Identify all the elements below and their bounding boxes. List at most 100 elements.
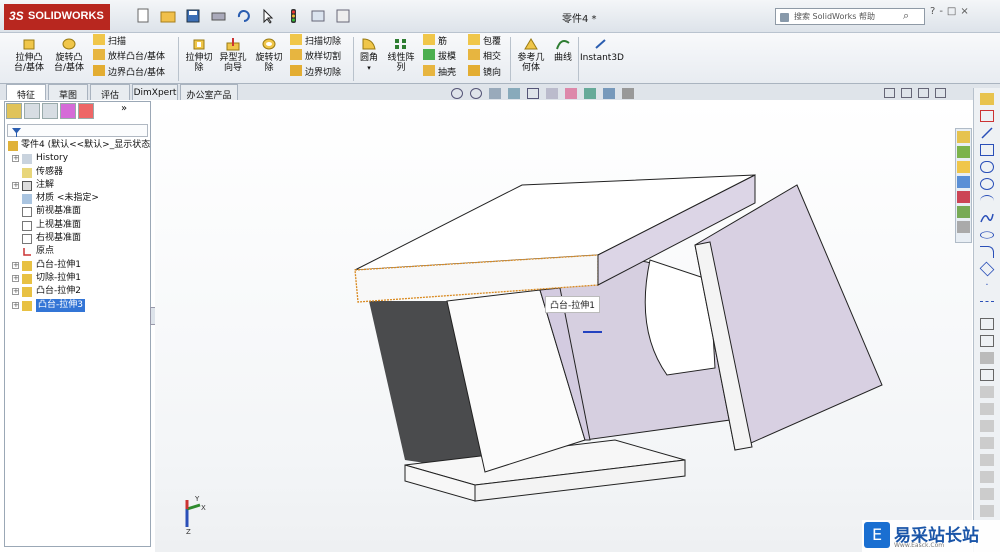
zoom-area-icon[interactable] bbox=[470, 88, 482, 99]
tree-item-annotations[interactable]: + 注解 bbox=[8, 179, 151, 192]
line-icon[interactable] bbox=[980, 127, 994, 139]
3d-model-view[interactable] bbox=[155, 100, 972, 552]
tree-root-part[interactable]: 零件4 (默认<<默认>_显示状态 bbox=[8, 139, 151, 152]
tree-item-boss-extrude2[interactable]: + 凸台-拉伸2 bbox=[8, 285, 151, 298]
spline-icon[interactable] bbox=[980, 212, 994, 224]
open-icon[interactable] bbox=[160, 8, 177, 24]
tree-item-origin[interactable]: 原点 bbox=[8, 245, 151, 258]
graphics-area[interactable] bbox=[155, 100, 972, 552]
zoom-to-fit-icon[interactable] bbox=[451, 88, 463, 99]
extrude-cut-button[interactable]: 拉伸切 除 bbox=[182, 37, 216, 73]
file-explorer-icon[interactable] bbox=[957, 176, 970, 188]
design-library-icon[interactable] bbox=[957, 161, 970, 173]
tree-item-front-plane[interactable]: 前视基准面 bbox=[8, 205, 151, 218]
boundary-cut-button[interactable]: 边界切除 bbox=[290, 65, 341, 78]
section-view-icon[interactable] bbox=[508, 88, 520, 99]
sweep-button[interactable]: 扫描 bbox=[93, 34, 126, 47]
tab-evaluate[interactable]: 评估 bbox=[90, 84, 130, 101]
print-icon[interactable] bbox=[210, 8, 227, 24]
revolve-boss-button[interactable]: 旋转凸 台/基体 bbox=[50, 37, 88, 73]
tree-item-cut-extrude1[interactable]: + 切除-拉伸1 bbox=[8, 272, 151, 285]
tab-dimxpert[interactable]: DimXpert bbox=[132, 84, 178, 100]
shell-button[interactable]: 抽壳 bbox=[423, 65, 456, 78]
repair-sketch-icon[interactable] bbox=[980, 454, 994, 466]
linear-pattern-button[interactable]: 线性阵 列 bbox=[384, 37, 418, 73]
plane-sketch-icon[interactable] bbox=[980, 335, 994, 347]
tree-item-boss-extrude3[interactable]: + 凸台-拉伸3 bbox=[8, 298, 151, 312]
revolve-cut-button[interactable]: 旋转切 除 bbox=[252, 37, 286, 73]
polygon-icon[interactable] bbox=[979, 261, 995, 277]
help-icon[interactable]: ? bbox=[930, 6, 935, 17]
more-tabs-icon[interactable]: » bbox=[116, 103, 132, 119]
apply-scene-icon[interactable] bbox=[603, 88, 615, 99]
view-orientation-icon[interactable] bbox=[527, 88, 539, 99]
rectangle-icon[interactable] bbox=[980, 144, 994, 156]
expand-icon[interactable]: + bbox=[12, 155, 19, 163]
sketch-icon[interactable] bbox=[980, 93, 994, 105]
instant3d-button[interactable]: Instant3D bbox=[580, 37, 624, 63]
wrap-button[interactable]: 包覆 bbox=[468, 34, 501, 47]
tree-item-sensors[interactable]: 传感器 bbox=[8, 166, 151, 179]
tab-office-products[interactable]: 办公室产品 bbox=[180, 84, 238, 101]
maximize-icon[interactable]: □ bbox=[947, 6, 956, 17]
hole-wizard-button[interactable]: 异型孔 向导 bbox=[216, 37, 250, 73]
text-icon[interactable] bbox=[980, 318, 994, 330]
expand-icon[interactable]: + bbox=[12, 288, 19, 296]
viewport-close-icon[interactable] bbox=[935, 88, 946, 98]
arc-icon[interactable] bbox=[980, 195, 994, 207]
loft-cut-button[interactable]: 放样切割 bbox=[290, 49, 341, 62]
tree-item-top-plane[interactable]: 上视基准面 bbox=[8, 219, 151, 232]
feature-manager-tab-icon[interactable] bbox=[6, 103, 22, 119]
shaded-sketch-icon[interactable] bbox=[980, 505, 994, 517]
display-style-icon[interactable] bbox=[546, 88, 558, 99]
traffic-light-icon[interactable] bbox=[285, 8, 302, 24]
display-manager-tab-icon[interactable] bbox=[78, 103, 94, 119]
save-icon[interactable] bbox=[185, 8, 202, 24]
close-icon[interactable]: × bbox=[960, 6, 968, 17]
expand-icon[interactable]: + bbox=[12, 274, 19, 282]
tree-item-history[interactable]: + History bbox=[8, 152, 151, 165]
configuration-manager-tab-icon[interactable] bbox=[42, 103, 58, 119]
viewport-restore-icon[interactable] bbox=[884, 88, 895, 98]
appearances-icon[interactable] bbox=[957, 206, 970, 218]
smart-dimension-icon[interactable] bbox=[980, 110, 994, 122]
property-manager-tab-icon[interactable] bbox=[24, 103, 40, 119]
fillet-button[interactable]: 圆角 ▾ bbox=[357, 37, 381, 73]
tree-item-right-plane[interactable]: 右视基准面 bbox=[8, 232, 151, 245]
intersect-button[interactable]: 相交 bbox=[468, 49, 501, 62]
edit-appearance-icon[interactable] bbox=[584, 88, 596, 99]
boundary-boss-button[interactable]: 边界凸台/基体 bbox=[93, 65, 165, 78]
view-settings-icon[interactable] bbox=[622, 88, 634, 99]
instant2d-icon[interactable] bbox=[980, 488, 994, 500]
centerline-icon[interactable] bbox=[980, 301, 994, 313]
hide-show-items-icon[interactable] bbox=[565, 88, 577, 99]
view-palette-icon[interactable] bbox=[957, 191, 970, 203]
fillet-sketch-icon[interactable] bbox=[980, 246, 994, 258]
trim-entities-icon[interactable] bbox=[980, 386, 994, 398]
loft-boss-button[interactable]: 放样凸台/基体 bbox=[93, 49, 165, 62]
rapid-sketch-icon[interactable] bbox=[980, 471, 994, 483]
options-icon[interactable] bbox=[335, 8, 352, 24]
sweep-cut-button[interactable]: 扫描切除 bbox=[290, 34, 341, 47]
home-icon[interactable] bbox=[957, 131, 970, 143]
relations-icon[interactable] bbox=[980, 437, 994, 449]
file-properties-icon[interactable] bbox=[310, 8, 327, 24]
circle-icon[interactable] bbox=[980, 178, 994, 190]
offset-entities-icon[interactable] bbox=[980, 369, 994, 381]
convert-entities-icon[interactable] bbox=[980, 403, 994, 415]
rib-button[interactable]: 筋 bbox=[423, 34, 447, 47]
expand-icon[interactable]: + bbox=[12, 261, 19, 269]
reference-geometry-button[interactable]: 参考几 何体 bbox=[514, 37, 548, 73]
extrude-boss-button[interactable]: 拉伸凸 台/基体 bbox=[10, 37, 48, 73]
tab-sketch[interactable]: 草图 bbox=[48, 84, 88, 101]
slot-icon[interactable] bbox=[980, 161, 994, 173]
expand-icon[interactable]: + bbox=[12, 181, 19, 189]
viewport-minimize-icon[interactable] bbox=[901, 88, 912, 98]
mirror-entities-icon[interactable] bbox=[980, 352, 994, 364]
tree-item-boss-extrude1[interactable]: + 凸台-拉伸1 bbox=[8, 259, 151, 272]
expand-icon[interactable]: + bbox=[12, 301, 19, 309]
tab-features[interactable]: 特征 bbox=[6, 84, 46, 101]
curves-button[interactable]: 曲线 bbox=[550, 37, 576, 63]
resources-icon[interactable] bbox=[957, 146, 970, 158]
minimize-icon[interactable]: - bbox=[939, 6, 943, 17]
